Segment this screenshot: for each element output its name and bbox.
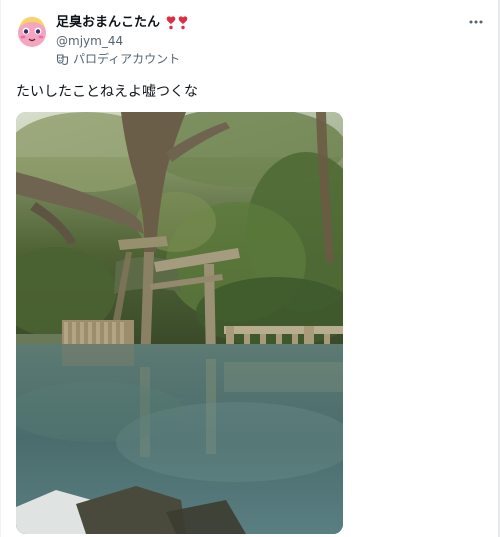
left-border (0, 0, 1, 537)
tweet-text: たいしたことねえよ嘘つくな (16, 84, 198, 100)
avatar[interactable] (14, 13, 50, 49)
more-dots-icon (469, 20, 483, 24)
red-heart-exclamation-icon (178, 16, 188, 30)
name-emoji-group (166, 15, 188, 30)
torii-gate-in-pond-photo (16, 112, 343, 534)
parody-account-label: パロディアカウント (56, 51, 180, 67)
display-name[interactable]: 足臭おまんこたん (56, 14, 160, 31)
theater-mask-icon (56, 53, 69, 65)
author-name-row: 足臭おまんこたん (56, 14, 188, 31)
red-heart-exclamation-icon (166, 16, 176, 30)
avatar-character-icon (14, 13, 50, 49)
author-handle[interactable]: @mjym_44 (56, 33, 123, 49)
tweet-photo[interactable] (16, 112, 343, 534)
parody-account-text: パロディアカウント (73, 52, 181, 66)
more-options-button[interactable] (466, 12, 486, 32)
